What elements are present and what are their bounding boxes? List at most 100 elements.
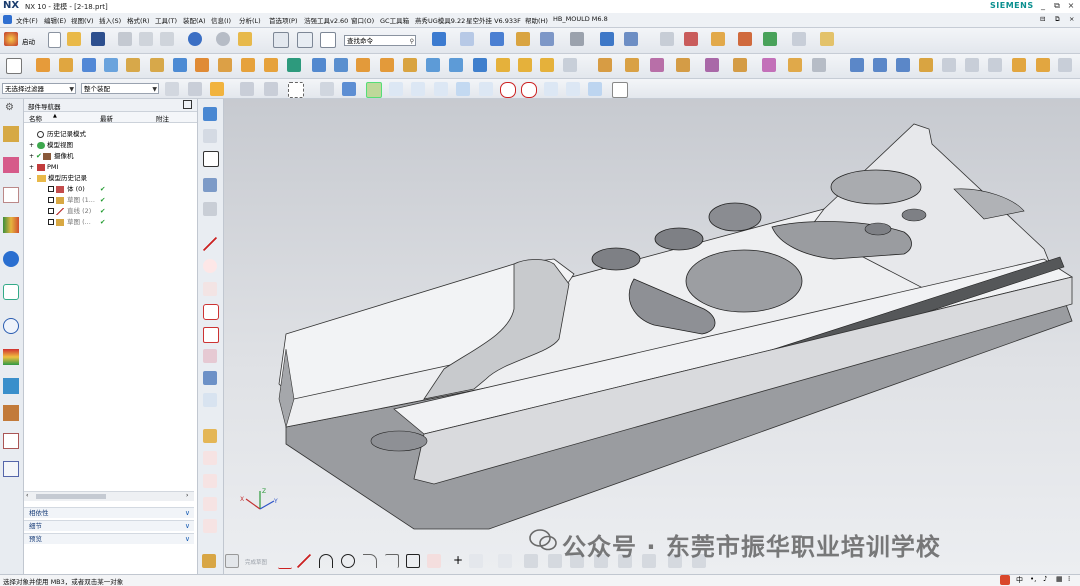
doc-minimize-button[interactable]: ⊟: [1040, 15, 1045, 23]
part-navigator-icon[interactable]: [3, 187, 19, 203]
slot-icon[interactable]: [264, 58, 278, 72]
arc-tool-icon[interactable]: [203, 259, 217, 273]
intersect-icon[interactable]: [403, 58, 417, 72]
edge-blend-icon[interactable]: [426, 58, 440, 72]
line-tool-icon[interactable]: [203, 237, 217, 251]
menu-haoqiang-tools[interactable]: 浩强工具v2.60: [304, 15, 348, 25]
offset-icon[interactable]: [334, 58, 348, 72]
menu-analysis[interactable]: 分析(L): [239, 15, 261, 25]
snap-endpoint-icon[interactable]: [366, 82, 382, 98]
history-icon[interactable]: [3, 318, 19, 334]
sew-icon[interactable]: [988, 58, 1002, 72]
tree-row-history-mode[interactable]: 历史记录模式: [24, 129, 197, 140]
expand-toggle[interactable]: +: [29, 162, 34, 173]
start-icon[interactable]: [4, 32, 18, 46]
hd3d-tools-icon[interactable]: [3, 251, 19, 267]
checkbox[interactable]: [48, 197, 54, 203]
manufacturing-wizard-icon[interactable]: [3, 405, 19, 421]
fillet-icon[interactable]: [363, 554, 377, 568]
chamfer-icon[interactable]: [449, 58, 463, 72]
dependencies-panel[interactable]: 相依性 ∨: [24, 507, 194, 518]
search-icon[interactable]: ⚲: [410, 36, 414, 47]
linked-face-icon[interactable]: [812, 58, 826, 72]
assembly-icon[interactable]: [660, 32, 674, 46]
column-latest[interactable]: 最新: [100, 113, 113, 123]
app-menu-icon[interactable]: [3, 15, 12, 24]
repeat-command-icon[interactable]: [273, 32, 289, 48]
hole-icon[interactable]: [173, 58, 187, 72]
reuse-library-icon[interactable]: [3, 217, 19, 233]
info-icon[interactable]: [320, 32, 336, 48]
checkbox[interactable]: [48, 186, 54, 192]
patch-icon[interactable]: [1036, 58, 1050, 72]
emboss-icon[interactable]: [312, 58, 326, 72]
pattern-curve-icon[interactable]: [548, 554, 562, 568]
bridge-icon[interactable]: [942, 58, 956, 72]
rectangle-select-icon[interactable]: [288, 82, 304, 98]
conic-icon[interactable]: [498, 554, 512, 568]
menu-file[interactable]: 文件(F): [16, 15, 38, 25]
bridge-curve-icon[interactable]: [203, 474, 217, 488]
extrude-icon[interactable]: [36, 58, 50, 72]
display-color-icon[interactable]: [570, 32, 584, 46]
maximize-navigator-icon[interactable]: [183, 100, 192, 109]
shaded-view-icon[interactable]: [460, 32, 474, 46]
paint-icon[interactable]: [297, 32, 313, 48]
menu-edit[interactable]: 编辑(E): [44, 15, 66, 25]
tree-row-body[interactable]: 体 (0) ✔: [24, 184, 197, 195]
ellipse-icon[interactable]: [469, 554, 483, 568]
shell-icon[interactable]: [473, 58, 487, 72]
new-file-icon[interactable]: [48, 32, 61, 48]
cursor-icon[interactable]: [240, 82, 254, 96]
fit-view-icon[interactable]: [432, 32, 446, 46]
tree-row-sketch-2[interactable]: 草图 (... ✔: [24, 217, 197, 228]
checkbox[interactable]: [48, 219, 54, 225]
delete-icon[interactable]: [203, 151, 219, 167]
scrollbar-thumb[interactable]: [36, 494, 106, 499]
web-browser-icon[interactable]: [3, 284, 19, 300]
snap-icon[interactable]: [600, 32, 614, 46]
sphere-icon[interactable]: [150, 58, 164, 72]
ime-settings-icon[interactable]: ⁞: [1068, 575, 1070, 583]
scroll-right-icon[interactable]: ›: [186, 492, 188, 499]
mirror-curve-icon[interactable]: [203, 393, 217, 407]
snap-midpoint-icon[interactable]: [389, 82, 403, 96]
select-all-icon[interactable]: [188, 82, 202, 96]
details-panel[interactable]: 细节 ∨: [24, 520, 194, 531]
tree-row-pmi[interactable]: + PMI: [24, 162, 197, 173]
column-name[interactable]: 名称: [29, 113, 42, 123]
snap-arc-center-icon[interactable]: [456, 82, 470, 96]
snap-control-point-icon[interactable]: [411, 82, 425, 96]
axis-icon[interactable]: [792, 32, 806, 46]
scroll-left-icon[interactable]: ‹: [26, 492, 28, 499]
subtract-icon[interactable]: [380, 58, 394, 72]
arc-icon[interactable]: [319, 554, 333, 568]
constraint-navigator-icon[interactable]: [3, 157, 19, 173]
pocket-icon[interactable]: [218, 58, 232, 72]
minimize-button[interactable]: _: [1036, 1, 1050, 12]
fillet-tool-icon[interactable]: [203, 304, 219, 320]
tree-row-model-history[interactable]: - 模型历史记录: [24, 173, 197, 184]
offset-icon[interactable]: [524, 554, 538, 568]
part-model[interactable]: Z X Y: [224, 99, 1080, 574]
chamfer-icon[interactable]: [385, 554, 399, 568]
pad-icon[interactable]: [241, 58, 255, 72]
tree-row-camera[interactable]: + ✔ 摄像机: [24, 151, 197, 162]
wrench-icon[interactable]: [738, 32, 752, 46]
surface-icon[interactable]: [850, 58, 864, 72]
pull-face-icon[interactable]: [762, 58, 776, 72]
split-body-icon[interactable]: [540, 58, 554, 72]
layer-icon[interactable]: [516, 32, 530, 46]
expand-toggle[interactable]: +: [29, 151, 34, 162]
project-curve-icon[interactable]: [203, 349, 217, 363]
snap-quadrant-icon[interactable]: [521, 82, 537, 98]
snap-point-icon[interactable]: [544, 82, 558, 96]
copy-icon[interactable]: [139, 32, 153, 46]
point-icon[interactable]: [624, 32, 638, 46]
ime-logo-icon[interactable]: [1000, 575, 1010, 585]
play-icon[interactable]: [763, 32, 777, 46]
menu-window[interactable]: 窗口(O): [351, 15, 374, 25]
selection-scope-dropdown[interactable]: 整个装配 ▼: [81, 83, 159, 94]
offset-face-icon[interactable]: [705, 58, 719, 72]
boss-icon[interactable]: [195, 58, 209, 72]
